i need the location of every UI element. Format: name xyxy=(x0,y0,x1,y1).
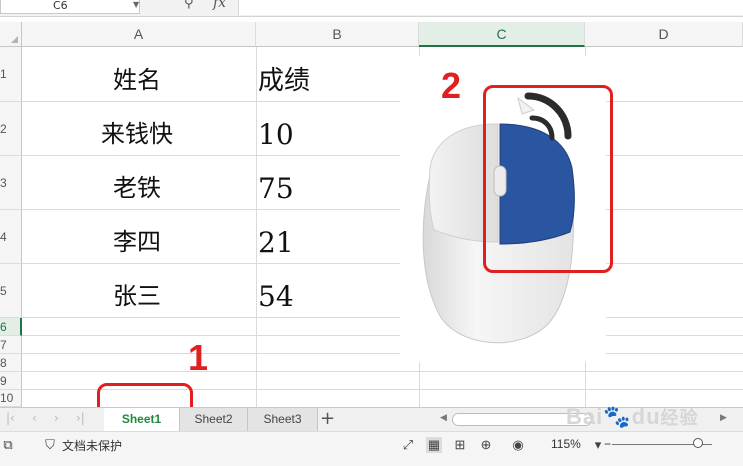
cell-b5[interactable]: 54 xyxy=(258,280,294,313)
shield-icon: ⛉ xyxy=(45,437,55,452)
cell-b3[interactable]: 75 xyxy=(258,172,294,205)
grid-line xyxy=(22,101,743,102)
annotation-label-2: 2 xyxy=(441,65,462,106)
row-header-5[interactable]: 5 xyxy=(0,264,22,318)
name-box[interactable]: C6 xyxy=(0,0,140,14)
column-header-b[interactable]: B xyxy=(256,22,419,47)
eye-protection-icon[interactable]: ◉ xyxy=(510,437,526,453)
column-header-a[interactable]: A xyxy=(22,22,256,47)
formula-input[interactable] xyxy=(238,0,743,15)
prev-sheet-icon[interactable]: ‹ xyxy=(32,411,37,425)
grid-line xyxy=(22,335,743,336)
next-sheet-icon[interactable]: › xyxy=(54,411,59,425)
zoom-level[interactable]: 115% xyxy=(551,437,581,451)
cell-a5[interactable]: 张三 xyxy=(22,276,252,311)
cell-a4[interactable]: 李四 xyxy=(22,222,252,257)
scroll-right-icon[interactable]: ▶ xyxy=(720,413,727,423)
status-bar: ⧉ ⛉ 文档未保护 ⤢ ▦ ⊞ ⊕ ◉ 115% ▾ − xyxy=(0,431,743,466)
grid-line xyxy=(22,353,743,354)
grid-line xyxy=(22,371,743,372)
search-icon[interactable]: ⚲ xyxy=(184,0,194,11)
row-header-9[interactable]: 9 xyxy=(0,372,22,390)
column-header-c[interactable]: C xyxy=(419,22,585,47)
row-header-7[interactable]: 7 xyxy=(0,336,22,354)
tab-sheet1[interactable]: Sheet1 xyxy=(104,408,180,431)
grid-line xyxy=(22,209,743,210)
cell-a1[interactable]: 姓名 xyxy=(22,60,252,95)
cell-b1[interactable]: 成绩 xyxy=(258,60,310,97)
grid-line xyxy=(22,155,743,156)
column-header-d[interactable]: D xyxy=(585,22,743,47)
row-header-2[interactable]: 2 xyxy=(0,102,22,156)
scroll-left-icon[interactable]: ◀ xyxy=(440,413,447,423)
select-all-corner[interactable] xyxy=(0,22,22,47)
page-break-view-icon[interactable]: ⊞ xyxy=(452,437,468,453)
document-protection-status[interactable]: 文档未保护 xyxy=(62,437,122,454)
annotation-box-right-button xyxy=(483,85,613,273)
baidu-watermark: Bai🐾du经验 xyxy=(566,404,699,429)
last-sheet-icon[interactable]: ›| xyxy=(76,411,85,425)
row-header-3[interactable]: 3 xyxy=(0,156,22,210)
grid-line xyxy=(22,263,743,264)
cell-b4[interactable]: 21 xyxy=(258,226,294,259)
cell-b2[interactable]: 10 xyxy=(258,118,294,151)
cell-reference: C6 xyxy=(53,0,68,12)
page-layout-icon[interactable]: ⊕ xyxy=(478,437,494,453)
macro-icon[interactable]: ⧉ xyxy=(0,437,16,453)
row-header-8[interactable]: 8 xyxy=(0,354,22,372)
zoom-slider-thumb[interactable] xyxy=(693,438,703,448)
add-sheet-button[interactable]: + xyxy=(320,409,335,429)
annotation-label-1: 1 xyxy=(188,337,209,378)
fullscreen-icon[interactable]: ⤢ xyxy=(400,437,416,453)
row-header-4[interactable]: 4 xyxy=(0,210,22,264)
cell-a2[interactable]: 来钱快 xyxy=(22,114,252,149)
select-all-icon xyxy=(11,36,18,43)
normal-view-icon[interactable]: ▦ xyxy=(426,437,442,453)
grid-line xyxy=(22,317,743,318)
formula-bar: C6 ▼ ⚲ fx xyxy=(0,0,743,17)
row-header-10[interactable]: 10 xyxy=(0,390,22,407)
zoom-out-button[interactable]: − xyxy=(604,437,611,451)
chevron-down-icon[interactable]: ▼ xyxy=(133,0,139,9)
cell-a3[interactable]: 老铁 xyxy=(22,168,252,203)
row-header-1[interactable]: 1 xyxy=(0,47,22,102)
first-sheet-icon[interactable]: |‹ xyxy=(6,411,15,425)
row-header-6[interactable]: 6 xyxy=(0,318,22,336)
tab-sheet3[interactable]: Sheet3 xyxy=(248,408,318,431)
fx-icon[interactable]: fx xyxy=(213,0,226,11)
tab-sheet2[interactable]: Sheet2 xyxy=(180,408,248,431)
